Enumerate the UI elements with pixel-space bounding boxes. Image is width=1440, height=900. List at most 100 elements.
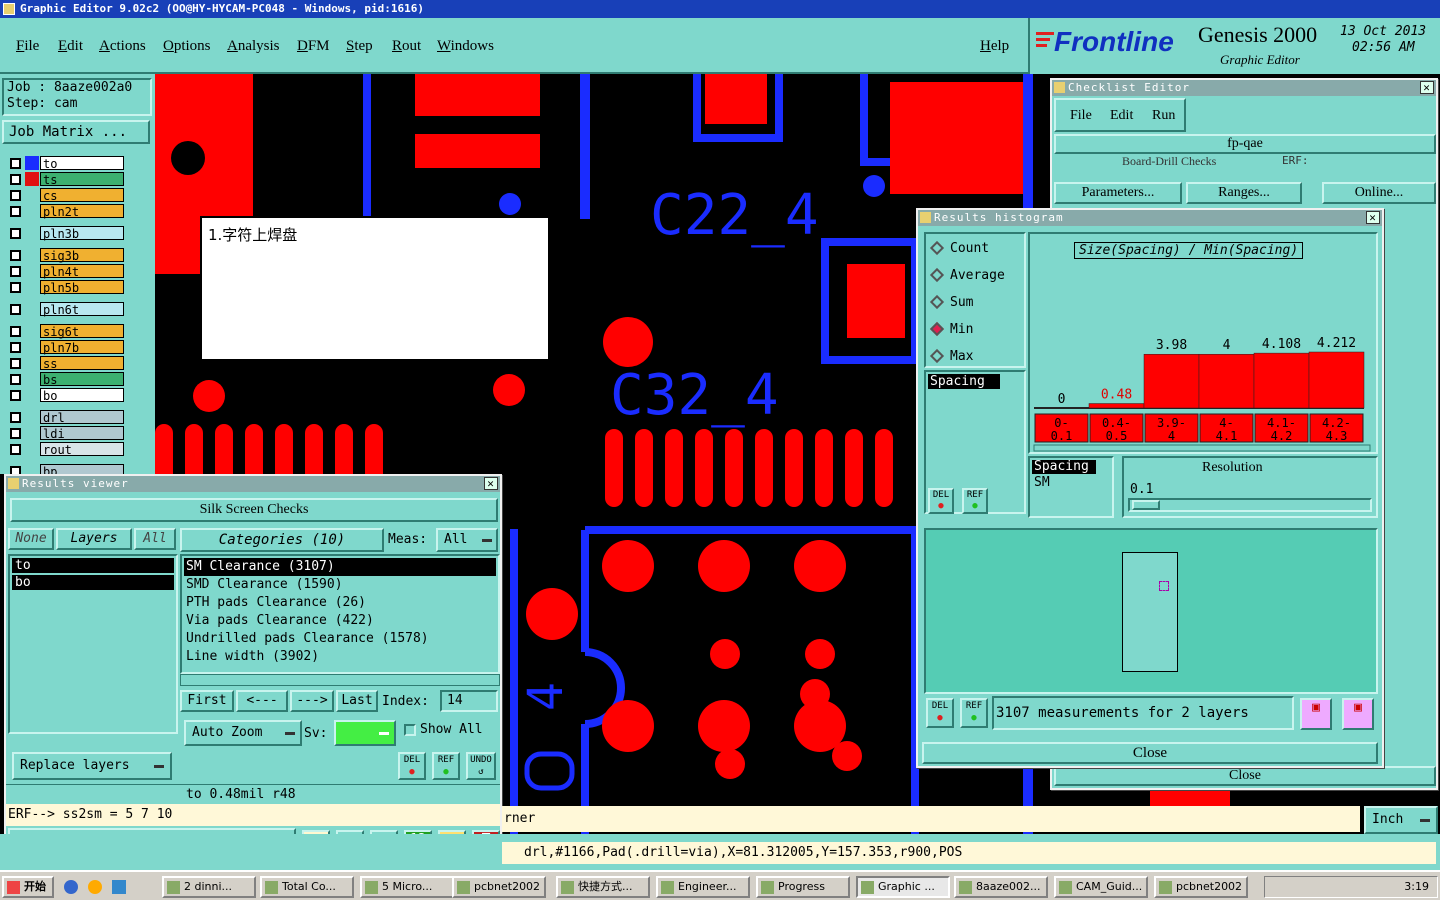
layer-color-swatch[interactable]	[25, 172, 39, 186]
layer-color-swatch[interactable]	[25, 248, 39, 262]
taskbar-item[interactable]: Total Co...	[260, 876, 354, 898]
meas-dropdown[interactable]: All	[436, 528, 498, 552]
slider-thumb[interactable]	[1132, 500, 1160, 510]
replace-layers-dropdown[interactable]: Replace layers	[12, 752, 172, 780]
undo-button[interactable]: UNDO ↺	[466, 752, 496, 780]
layer-name[interactable]: ss	[40, 356, 124, 371]
taskbar-item[interactable]: 5 Micro...	[360, 876, 454, 898]
layer-row-pln4t[interactable]: pln4t	[6, 264, 124, 279]
layer-color-swatch[interactable]	[25, 264, 39, 278]
desktop-icon[interactable]	[112, 880, 126, 894]
layer-row-pln7b[interactable]: pln7b	[6, 340, 124, 355]
prev-button[interactable]: <---	[236, 690, 288, 712]
stat-radio-sum[interactable]: Sum	[929, 294, 973, 312]
list-item[interactable]: Spacing	[928, 374, 1000, 389]
layer-name[interactable]: drl	[40, 410, 124, 425]
close-icon[interactable]: ✕	[1420, 81, 1434, 94]
layer-name[interactable]: pln7b	[40, 340, 124, 355]
layer-checkbox[interactable]	[10, 428, 21, 439]
close-icon[interactable]: ✕	[484, 477, 498, 490]
histogram-bar[interactable]	[1088, 403, 1145, 409]
layer-name[interactable]: sig6t	[40, 324, 124, 339]
menu-actions[interactable]: Actions	[99, 38, 146, 55]
job-matrix-button[interactable]: Job Matrix ...	[2, 120, 150, 144]
layer-color-swatch[interactable]	[25, 324, 39, 338]
layer-name[interactable]: pln5b	[40, 280, 124, 295]
list-item[interactable]: Spacing	[1032, 460, 1096, 474]
layer-row-drl[interactable]: drl	[6, 410, 124, 425]
parameters-button[interactable]: Parameters...	[1054, 182, 1182, 204]
layer-checkbox[interactable]	[10, 390, 21, 401]
zoom-fit-icon[interactable]: ▣	[1300, 698, 1332, 730]
checklist-row[interactable]: Board-Drill Checks	[1122, 154, 1216, 169]
layer-color-swatch[interactable]	[25, 280, 39, 294]
layer-checkbox[interactable]	[10, 342, 21, 353]
layer-color-swatch[interactable]	[25, 410, 39, 424]
histogram-bar[interactable]	[1308, 351, 1365, 409]
layer-color-swatch[interactable]	[25, 426, 39, 440]
layer-name[interactable]: sig3b	[40, 248, 124, 263]
layer-row-bo[interactable]: bo	[6, 388, 124, 403]
layer-checkbox[interactable]	[10, 282, 21, 293]
stat-radio-average[interactable]: Average	[929, 267, 1005, 285]
layer-name[interactable]: bo	[40, 388, 124, 403]
show-all-checkbox[interactable]	[404, 724, 416, 736]
category-item[interactable]: SM Clearance (3107)	[184, 558, 496, 576]
stat-radio-count[interactable]: Count	[929, 240, 989, 258]
layer-row-cs[interactable]: cs	[6, 188, 124, 203]
menu-rout[interactable]: Rout	[392, 38, 421, 55]
layer-checkbox[interactable]	[10, 250, 21, 261]
category-item[interactable]: Via pads Clearance (422)	[184, 612, 496, 630]
layer-checkbox[interactable]	[10, 358, 21, 369]
hist-del-button[interactable]: DEL ●	[928, 488, 954, 514]
layer-checkbox[interactable]	[10, 266, 21, 277]
layer-name[interactable]: cs	[40, 188, 124, 203]
histogram-close-button[interactable]: Close	[922, 742, 1378, 764]
sv-color-dropdown[interactable]	[334, 720, 396, 746]
layer-row-ldi[interactable]: ldi	[6, 426, 124, 441]
layer-color-swatch[interactable]	[25, 156, 39, 170]
layer-checkbox[interactable]	[10, 412, 21, 423]
selection-list[interactable]: Spacing SM	[1028, 456, 1114, 518]
layer-color-swatch[interactable]	[25, 340, 39, 354]
preview-ref-button[interactable]: REF ●	[960, 698, 988, 728]
layer-row-sig3b[interactable]: sig3b	[6, 248, 124, 263]
layer-row-ss[interactable]: ss	[6, 356, 124, 371]
menu-windows[interactable]: Windows	[437, 38, 494, 55]
layer-color-swatch[interactable]	[25, 442, 39, 456]
online-button[interactable]: Online...	[1322, 182, 1436, 204]
layer-name[interactable]: to	[40, 156, 124, 171]
layer-color-swatch[interactable]	[25, 388, 39, 402]
layer-checkbox[interactable]	[10, 444, 21, 455]
taskbar-item[interactable]: Graphic ...	[856, 876, 950, 898]
layer-checkbox[interactable]	[10, 190, 21, 201]
tab-all[interactable]: All	[134, 528, 176, 550]
layer-name[interactable]: pln2t	[40, 204, 124, 219]
ie-icon[interactable]	[64, 880, 78, 894]
ranges-button[interactable]: Ranges...	[1186, 182, 1302, 204]
list-item[interactable]: to	[12, 558, 174, 573]
stat-radio-max[interactable]: Max	[929, 348, 973, 366]
layer-row-bs[interactable]: bs	[6, 372, 124, 387]
stat-radio-min[interactable]: Min	[929, 321, 973, 339]
units-dropdown[interactable]: Inch	[1364, 806, 1438, 834]
zoom-selection-icon[interactable]: ▣	[1342, 698, 1374, 730]
layer-row-pln3b[interactable]: pln3b	[6, 226, 124, 241]
layer-name[interactable]: pln3b	[40, 226, 124, 241]
ref-button[interactable]: REF ●	[432, 752, 460, 780]
layer-name[interactable]: rout	[40, 442, 124, 457]
layer-name[interactable]: bs	[40, 372, 124, 387]
last-button[interactable]: Last	[336, 690, 378, 712]
histogram-bar[interactable]	[1198, 353, 1255, 409]
taskbar-item[interactable]: pcbnet2002	[452, 876, 546, 898]
tab-layers[interactable]: Layers	[56, 528, 132, 550]
layer-name[interactable]: pln6t	[40, 302, 124, 317]
layer-row-to[interactable]: to	[6, 156, 124, 171]
taskbar-item[interactable]: 2 dinni...	[162, 876, 256, 898]
histogram-scrollbar[interactable]	[1033, 444, 1371, 452]
layer-row-pln6t[interactable]: pln6t	[6, 302, 124, 317]
layer-checkbox[interactable]	[10, 158, 21, 169]
category-list[interactable]: SM Clearance (3107) SMD Clearance (1590) P…	[180, 554, 500, 674]
layer-row-ts[interactable]: ts	[6, 172, 124, 187]
histogram-bar[interactable]	[1253, 352, 1310, 409]
